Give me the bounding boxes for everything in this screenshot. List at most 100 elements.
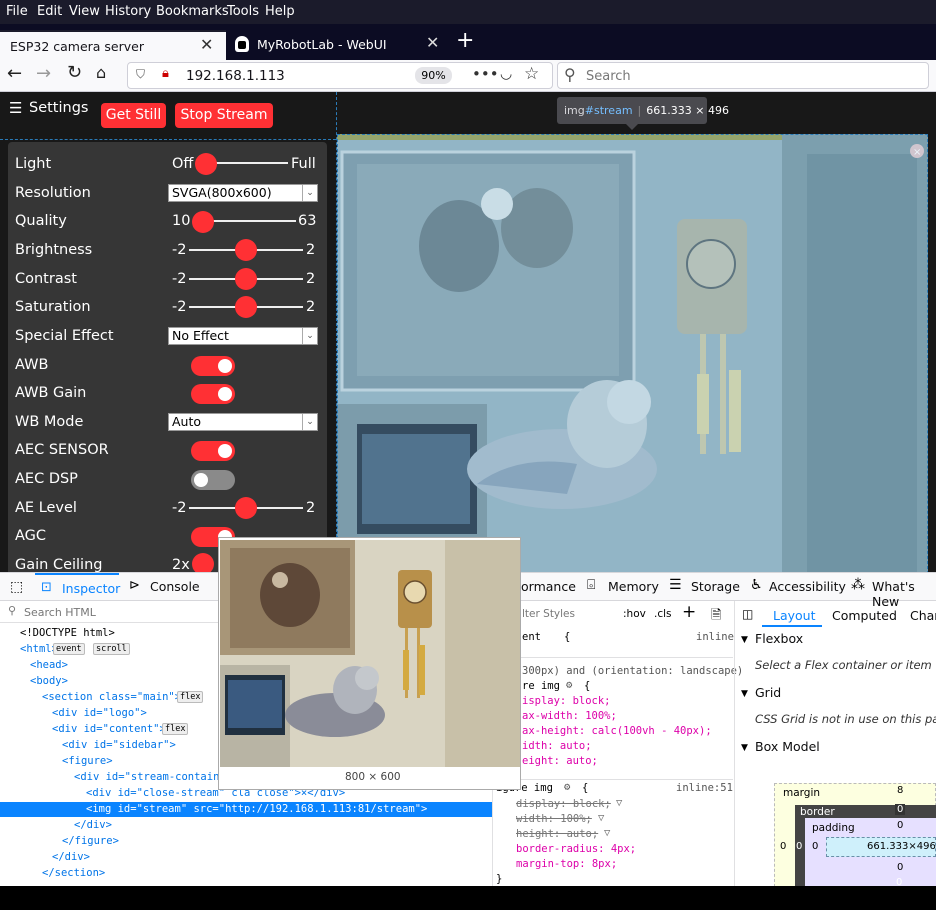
tab-esp32[interactable]: ESP32 camera server ✕ bbox=[0, 30, 226, 62]
aec-sensor-toggle[interactable] bbox=[191, 441, 235, 461]
decl[interactable]: isplay: block; bbox=[522, 695, 611, 707]
html-node[interactable]: </section> bbox=[42, 867, 105, 879]
reload-icon[interactable]: ↻ bbox=[67, 62, 82, 83]
menu-help[interactable]: Help bbox=[265, 4, 295, 19]
awb-toggle[interactable] bbox=[191, 356, 235, 376]
grid-heading[interactable]: Grid bbox=[755, 685, 781, 700]
menu-view[interactable]: View bbox=[69, 4, 100, 19]
html-node[interactable]: </div> bbox=[74, 819, 112, 831]
cls-button[interactable]: .cls bbox=[654, 608, 672, 620]
flexbox-heading[interactable]: Flexbox bbox=[755, 631, 803, 646]
decl[interactable]: ax-height: calc(100vh - 40px); bbox=[522, 725, 712, 737]
contrast-slider-knob[interactable] bbox=[235, 268, 257, 290]
hov-button[interactable]: :hov bbox=[623, 608, 646, 620]
resolution-select[interactable]: SVGA(800x600) ⌄ bbox=[168, 184, 318, 202]
html-node[interactable]: </figure> bbox=[62, 835, 119, 847]
menu-bookmarks[interactable]: Bookmarks bbox=[156, 4, 229, 19]
pick-element-icon[interactable]: ⬚ bbox=[10, 579, 23, 595]
flex-badge[interactable]: flex bbox=[162, 723, 189, 735]
filter-icon[interactable]: ▽ bbox=[598, 812, 604, 824]
settings-label[interactable]: Settings bbox=[29, 100, 88, 116]
tab-storage[interactable]: Storage bbox=[691, 579, 740, 594]
add-rule-icon[interactable]: + bbox=[682, 602, 696, 622]
rule-source[interactable]: inline:51 bbox=[676, 782, 733, 794]
collapse-icon[interactable]: ▼ bbox=[741, 689, 748, 699]
html-node[interactable]: <!DOCTYPE html> bbox=[20, 627, 115, 639]
tab-console[interactable]: ⊳ Console bbox=[129, 573, 209, 601]
html-node-selected[interactable]: <img id="stream" src="http://192.168.1.1… bbox=[86, 803, 427, 815]
ae-level-slider-knob[interactable] bbox=[235, 497, 257, 519]
event-badge[interactable]: event bbox=[53, 643, 85, 655]
aec-dsp-toggle[interactable] bbox=[191, 470, 235, 490]
chevron-down-icon: ⌄ bbox=[302, 328, 317, 344]
filter-icon[interactable]: ▽ bbox=[616, 797, 622, 809]
decl[interactable]: ax-width: 100%; bbox=[522, 710, 617, 722]
url-bar[interactable]: ⛉ 🔒︎ 192.168.1.113 90% ••• ◡ ☆ bbox=[127, 62, 553, 89]
zoom-badge[interactable]: 90% bbox=[415, 67, 452, 84]
quality-slider-knob[interactable] bbox=[192, 211, 214, 233]
html-node[interactable]: <section class="main"> bbox=[42, 691, 181, 703]
home-icon[interactable]: ⌂ bbox=[96, 63, 106, 82]
decl[interactable]: margin-top: 8px; bbox=[516, 858, 617, 870]
flex-badge[interactable]: flex bbox=[177, 691, 204, 703]
bookmark-star-icon[interactable]: ☆ bbox=[524, 64, 539, 84]
hamburger-icon[interactable]: ☰ bbox=[9, 99, 22, 117]
tab-computed[interactable]: Computed bbox=[832, 608, 897, 623]
tab-changes[interactable]: Char bbox=[910, 608, 936, 623]
box-model-heading[interactable]: Box Model bbox=[755, 739, 820, 754]
print-icon[interactable]: 🗎 bbox=[711, 606, 721, 628]
html-node[interactable]: <body> bbox=[30, 675, 68, 687]
new-tab-icon[interactable]: + bbox=[456, 28, 474, 53]
collapse-icon[interactable]: ▼ bbox=[741, 635, 748, 645]
shield-icon[interactable]: ⛉ bbox=[136, 67, 145, 82]
html-node[interactable]: <div id="logo"> bbox=[52, 707, 147, 719]
decl[interactable]: idth: auto; bbox=[522, 740, 592, 752]
gear-icon[interactable]: ⚙︎ bbox=[564, 781, 570, 793]
tab-myrobotlab[interactable]: MyRobotLab - WebUI ✕ bbox=[230, 30, 450, 62]
insecure-lock-icon[interactable]: 🔒︎ bbox=[162, 66, 169, 81]
gear-icon[interactable]: ⚙︎ bbox=[566, 679, 572, 691]
decl[interactable]: border-radius: 4px; bbox=[516, 843, 636, 855]
get-still-button[interactable]: Get Still bbox=[101, 103, 166, 128]
html-node[interactable]: <figure> bbox=[62, 755, 113, 767]
close-icon[interactable]: ✕ bbox=[200, 35, 213, 54]
stop-stream-button[interactable]: Stop Stream bbox=[175, 103, 273, 128]
decl-overridden[interactable]: width: 100%; bbox=[516, 813, 592, 825]
filter-icon[interactable]: ▽ bbox=[604, 827, 610, 839]
close-icon[interactable]: ✕ bbox=[426, 33, 439, 52]
light-slider-knob[interactable] bbox=[195, 153, 217, 175]
search-box[interactable]: ⚲ Search bbox=[557, 62, 929, 89]
decl-overridden[interactable]: height: auto; bbox=[516, 828, 598, 840]
tab-inspector[interactable]: ⊡ Inspector bbox=[35, 573, 120, 601]
tab-layout[interactable]: Layout bbox=[762, 603, 822, 627]
inspector-icon: ⊡ bbox=[41, 580, 52, 595]
more-icon[interactable]: ••• bbox=[472, 65, 499, 83]
menu-file[interactable]: File bbox=[6, 4, 28, 19]
menu-tools[interactable]: Tools bbox=[227, 4, 259, 19]
html-node[interactable]: <div id="sidebar"> bbox=[62, 739, 176, 751]
html-node[interactable]: <div id="stream-containe bbox=[74, 771, 226, 783]
menu-edit[interactable]: Edit bbox=[37, 4, 62, 19]
tab-whats-new[interactable]: What's New bbox=[872, 579, 936, 609]
back-icon[interactable]: ← bbox=[7, 63, 22, 84]
filter-styles-input[interactable]: lter Styles bbox=[522, 608, 575, 620]
wb-mode-select[interactable]: Auto ⌄ bbox=[168, 413, 318, 431]
awb-gain-toggle[interactable] bbox=[191, 384, 235, 404]
html-node[interactable]: <head> bbox=[30, 659, 68, 671]
html-node[interactable]: </div> bbox=[52, 851, 90, 863]
decl[interactable]: eight: auto; bbox=[522, 755, 598, 767]
decl-overridden[interactable]: display: block; bbox=[516, 798, 611, 810]
sidebar-toggle-icon[interactable]: ◫ bbox=[742, 607, 753, 621]
html-node[interactable]: <div id="content"> bbox=[52, 723, 166, 735]
menu-history[interactable]: History bbox=[105, 4, 151, 19]
collapse-icon[interactable]: ▼ bbox=[741, 743, 748, 753]
pocket-icon[interactable]: ◡ bbox=[500, 66, 512, 82]
tab-accessibility[interactable]: Accessibility bbox=[769, 579, 846, 594]
forward-icon[interactable]: → bbox=[36, 63, 51, 84]
brightness-slider-knob[interactable] bbox=[235, 239, 257, 261]
saturation-slider-knob[interactable] bbox=[235, 296, 257, 318]
special-effect-select[interactable]: No Effect ⌄ bbox=[168, 327, 318, 345]
scroll-badge[interactable]: scroll bbox=[93, 643, 130, 655]
tab-performance[interactable]: ormance bbox=[521, 579, 576, 594]
tab-memory[interactable]: Memory bbox=[608, 579, 659, 594]
